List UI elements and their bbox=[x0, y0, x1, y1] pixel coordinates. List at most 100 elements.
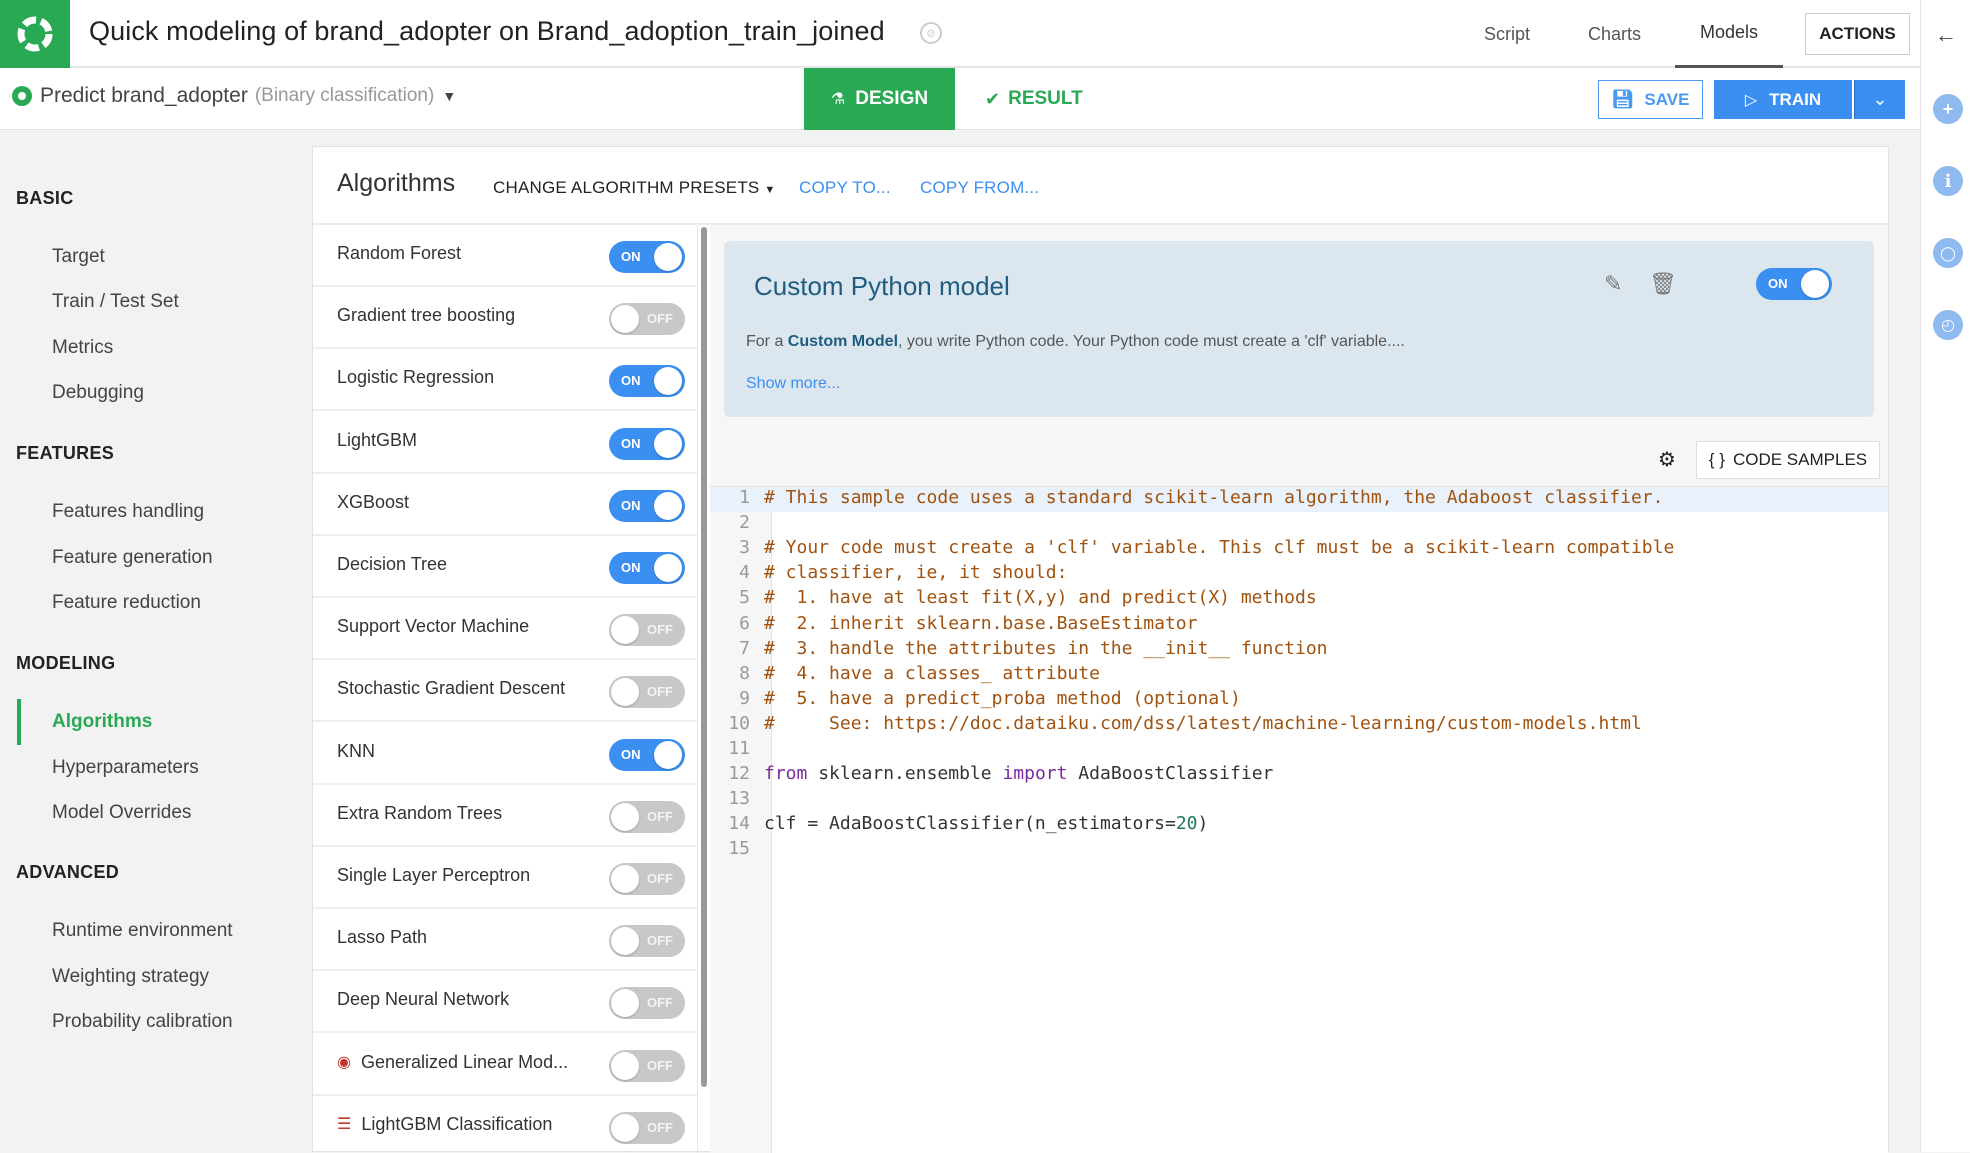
algorithm-row[interactable]: LightGBM ON bbox=[313, 412, 697, 474]
algorithm-row[interactable]: Logistic Regression ON bbox=[313, 349, 697, 412]
algorithm-toggle[interactable]: OFF bbox=[609, 863, 685, 895]
line-number: 7 bbox=[739, 637, 750, 659]
algorithm-row[interactable]: Lasso Path OFF bbox=[313, 909, 697, 972]
actions-button[interactable]: ACTIONS bbox=[1805, 13, 1910, 55]
page-title: Quick modeling of brand_adopter on Brand… bbox=[89, 16, 885, 46]
algorithm-row[interactable]: ◉ Generalized Linear Mod... OFF bbox=[313, 1034, 697, 1096]
code-line: 12 from sklearn.ensemble import AdaBoostC… bbox=[710, 763, 1888, 788]
show-more-link[interactable]: Show more... bbox=[746, 375, 840, 393]
algorithm-row[interactable]: Gradient tree boosting OFF bbox=[313, 287, 697, 350]
history-icon[interactable]: ◴ bbox=[1933, 310, 1963, 340]
algorithm-toggle[interactable]: OFF bbox=[609, 925, 685, 958]
algorithm-toggle[interactable]: ON bbox=[609, 427, 685, 460]
info-icon[interactable]: i bbox=[1933, 166, 1963, 196]
algorithm-row[interactable]: Random Forest ON bbox=[313, 225, 697, 287]
sidebar-item-weighting-strategy[interactable]: Weighting strategy bbox=[52, 966, 209, 988]
nav-charts[interactable]: Charts bbox=[1588, 0, 1641, 68]
code-samples-button[interactable]: { } CODE SAMPLES bbox=[1696, 441, 1880, 479]
code-line: 9 # 5. have a predict_proba method (optio… bbox=[710, 688, 1888, 713]
copy-to-link[interactable]: COPY TO... bbox=[799, 178, 891, 198]
dataiku-logo[interactable] bbox=[0, 0, 70, 68]
chevron-down-icon: ⌄ bbox=[1872, 89, 1888, 109]
train-button[interactable]: ▷ TRAIN bbox=[1714, 80, 1852, 119]
algorithm-toggle[interactable]: ON bbox=[609, 489, 685, 522]
algorithm-label: Deep Neural Network bbox=[337, 989, 510, 1010]
algorithm-row[interactable]: Decision Tree ON bbox=[313, 536, 697, 598]
algorithm-toggle[interactable]: OFF bbox=[609, 303, 685, 336]
panel-title: Algorithms bbox=[337, 169, 456, 197]
algorithm-row[interactable]: KNN ON bbox=[313, 723, 697, 785]
result-check-icon: ✔ bbox=[985, 88, 1001, 109]
algorithm-toggle[interactable]: OFF bbox=[609, 987, 685, 1020]
algorithm-row[interactable]: ☰ LightGBM Classification OFF bbox=[313, 1096, 697, 1153]
toggle-label: ON bbox=[621, 746, 641, 762]
link-icon[interactable]: ⊘ bbox=[920, 22, 942, 44]
custom-model-title: Custom Python model bbox=[754, 271, 1010, 301]
custom-model-toggle[interactable]: ON bbox=[1756, 268, 1832, 300]
algorithm-name: Stochastic Gradient Descent bbox=[337, 678, 565, 699]
sidebar-item-debugging[interactable]: Debugging bbox=[52, 382, 144, 404]
code-editor[interactable]: 1 # This sample code uses a standard scik… bbox=[710, 487, 1888, 1153]
algorithm-toggle[interactable]: ON bbox=[609, 241, 685, 273]
line-number: 14 bbox=[728, 813, 750, 835]
plus-icon[interactable]: + bbox=[1933, 94, 1963, 124]
toggle-knob bbox=[611, 927, 639, 956]
tab-design[interactable]: ⚗ DESIGN bbox=[804, 68, 955, 130]
nav-models[interactable]: Models bbox=[1675, 0, 1783, 68]
desc-prefix: For a bbox=[746, 333, 788, 350]
sidebar-item-hyperparameters[interactable]: Hyperparameters bbox=[52, 757, 199, 779]
sidebar-item-probability-calibration[interactable]: Probability calibration bbox=[52, 1011, 233, 1033]
algorithm-row[interactable]: Extra Random Trees OFF bbox=[313, 785, 697, 847]
sidebar-item-target[interactable]: Target bbox=[52, 246, 105, 268]
sidebar-item-feature-reduction[interactable]: Feature reduction bbox=[52, 592, 201, 614]
prediction-type: (Binary classification) bbox=[254, 85, 435, 106]
algorithm-row[interactable]: Deep Neural Network OFF bbox=[313, 971, 697, 1034]
code-text: # 5. have a predict_proba method (option… bbox=[764, 687, 1241, 709]
toggle-switch[interactable]: ON bbox=[1756, 268, 1832, 300]
trash-icon[interactable]: 🗑︎ bbox=[1649, 271, 1677, 297]
algorithm-toggle[interactable]: ON bbox=[609, 552, 685, 584]
algorithm-row[interactable]: Support Vector Machine OFF bbox=[313, 598, 697, 661]
algorithm-toggle[interactable]: ON bbox=[609, 365, 685, 398]
toggle-knob bbox=[654, 429, 682, 458]
code-text: from sklearn.ensemble import AdaBoostCla… bbox=[764, 763, 1274, 785]
save-button[interactable]: 💾︎ SAVE bbox=[1598, 80, 1703, 119]
code-line: 2 bbox=[710, 512, 1888, 537]
code-text: # See: https://doc.dataiku.com/dss/lates… bbox=[764, 712, 1642, 734]
sidebar-item-model-overrides[interactable]: Model Overrides bbox=[52, 802, 191, 824]
algorithm-row[interactable]: XGBoost ON bbox=[313, 474, 697, 536]
prediction-selector[interactable]: Predict brand_adopter (Binary classifica… bbox=[12, 84, 456, 108]
copy-from-link[interactable]: COPY FROM... bbox=[920, 178, 1039, 198]
algorithm-toggle[interactable]: OFF bbox=[609, 676, 685, 709]
sidebar-item-metrics[interactable]: Metrics bbox=[52, 337, 113, 359]
discussion-icon[interactable]: ◯ bbox=[1933, 238, 1963, 268]
toggle-knob bbox=[611, 989, 639, 1018]
sidebar-item-runtime-environment[interactable]: Runtime environment bbox=[52, 920, 233, 942]
line-number: 15 bbox=[728, 838, 750, 860]
algorithm-row[interactable]: Stochastic Gradient Descent OFF bbox=[313, 660, 697, 723]
back-arrow-icon[interactable]: ← bbox=[1935, 22, 1957, 48]
pencil-icon[interactable]: ✎ bbox=[1604, 271, 1622, 297]
nav-script[interactable]: Script bbox=[1484, 0, 1530, 68]
algorithm-row[interactable]: Single Layer Perceptron OFF bbox=[313, 847, 697, 909]
sidebar-item-features-handling[interactable]: Features handling bbox=[52, 501, 204, 523]
algorithm-toggle[interactable]: OFF bbox=[609, 1111, 685, 1144]
algorithm-toggle[interactable]: ON bbox=[609, 738, 685, 771]
tab-result[interactable]: ✔ RESULT bbox=[985, 68, 1083, 130]
model-bar: Predict brand_adopter (Binary classifica… bbox=[0, 68, 1920, 130]
braces-icon: { } bbox=[1708, 450, 1725, 469]
change-presets-dropdown[interactable]: CHANGE ALGORITHM PRESETS ▼ bbox=[493, 178, 776, 198]
toggle-label: OFF bbox=[647, 1119, 673, 1135]
algorithm-toggle[interactable]: OFF bbox=[609, 614, 685, 647]
sidebar-item-feature-generation[interactable]: Feature generation bbox=[52, 547, 213, 569]
sidebar-item-algorithms[interactable]: Algorithms bbox=[52, 711, 152, 733]
algorithm-toggle[interactable]: OFF bbox=[609, 1049, 685, 1082]
code-line: 5 # 1. have at least fit(X,y) and predict… bbox=[710, 587, 1888, 612]
algorithm-toggle[interactable]: OFF bbox=[609, 800, 685, 833]
gear-icon[interactable]: ⚙ bbox=[1658, 447, 1676, 472]
sidebar-item-train-test-set[interactable]: Train / Test Set bbox=[52, 291, 179, 313]
algorithm-label: XGBoost bbox=[337, 491, 410, 512]
code-text: # 4. have a classes_ attribute bbox=[764, 662, 1100, 684]
train-dropdown-button[interactable]: ⌄ bbox=[1854, 80, 1905, 119]
algorithm-list-scrollbar[interactable] bbox=[701, 227, 707, 1087]
